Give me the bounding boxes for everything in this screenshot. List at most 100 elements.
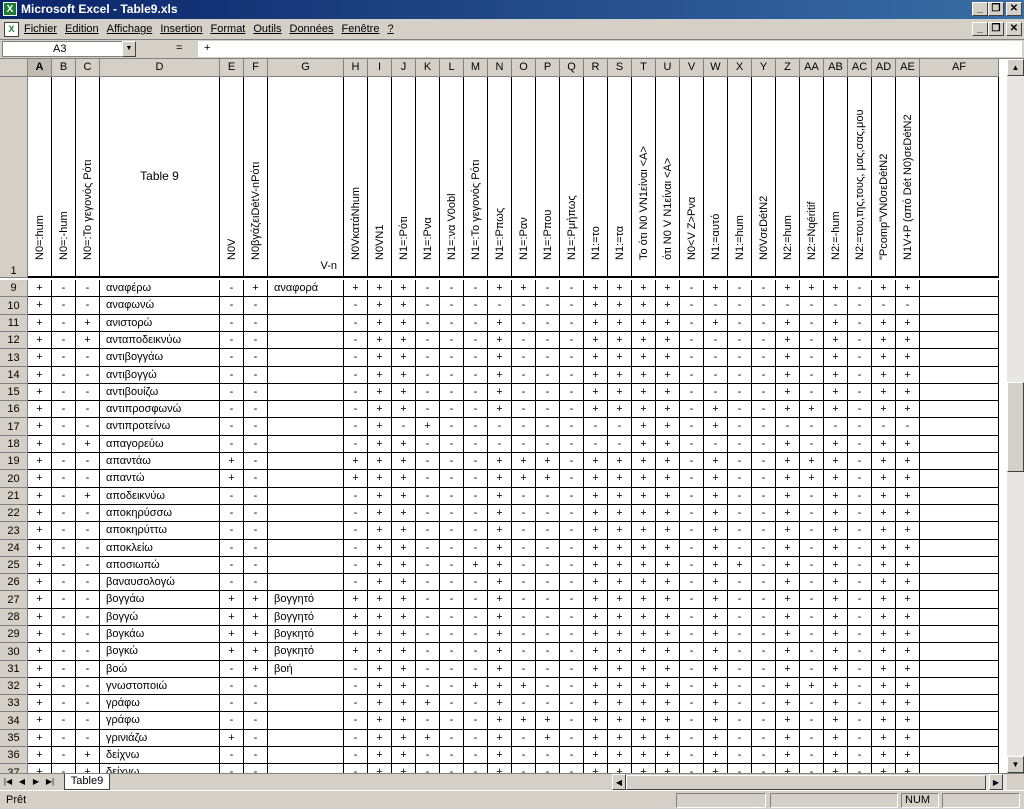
vn-cell[interactable] [268, 505, 344, 522]
table-cell[interactable]: - [800, 626, 824, 643]
table-cell[interactable]: + [872, 764, 896, 773]
table-cell[interactable]: + [584, 540, 608, 557]
table-cell[interactable]: - [440, 453, 464, 470]
table-cell[interactable]: - [704, 436, 728, 453]
table-cell[interactable]: + [392, 643, 416, 661]
table-cell[interactable]: + [824, 730, 848, 747]
row-header[interactable]: 20 [0, 470, 28, 488]
table-cell[interactable]: + [656, 367, 680, 384]
table-cell[interactable]: - [244, 488, 268, 505]
table-cell[interactable]: - [800, 764, 824, 773]
table-cell[interactable]: - [728, 401, 752, 418]
column-header[interactable]: H [344, 59, 368, 77]
table-cell[interactable]: - [512, 384, 536, 401]
table-cell[interactable]: - [244, 695, 268, 712]
table-cell[interactable]: + [76, 332, 100, 349]
table-cell[interactable]: - [752, 730, 776, 747]
verb-cell[interactable]: αποκλείω [100, 540, 220, 557]
column-header[interactable]: S [608, 59, 632, 77]
table-cell[interactable]: + [632, 470, 656, 488]
table-cell[interactable]: + [368, 574, 392, 591]
table-cell[interactable]: - [52, 384, 76, 401]
table-cell[interactable]: + [896, 349, 920, 367]
table-cell[interactable]: + [800, 280, 824, 297]
table-cell[interactable]: + [800, 401, 824, 418]
table-cell[interactable]: + [872, 522, 896, 540]
table-cell[interactable]: - [52, 712, 76, 730]
table-cell[interactable]: - [344, 349, 368, 367]
menu-item[interactable]: Outils [253, 23, 281, 35]
table-cell[interactable]: - [800, 384, 824, 401]
table-cell[interactable]: - [440, 643, 464, 661]
menu-item[interactable]: Fichier [24, 23, 57, 35]
table-cell[interactable]: - [680, 747, 704, 764]
table-cell[interactable]: - [848, 297, 872, 315]
table-cell[interactable]: + [776, 505, 800, 522]
vertical-scroll-track[interactable] [1007, 76, 1024, 756]
table-cell[interactable]: + [896, 557, 920, 574]
table-cell[interactable]: + [28, 384, 52, 401]
table-cell[interactable]: - [800, 418, 824, 436]
row-header[interactable]: 34 [0, 712, 28, 730]
row-header[interactable]: 13 [0, 349, 28, 367]
horizontal-scrollbar[interactable]: ◀ ▶ [612, 774, 1007, 790]
table-cell[interactable]: + [776, 730, 800, 747]
verb-cell[interactable]: απαντώ [100, 470, 220, 488]
column-header[interactable]: G [268, 59, 344, 77]
table-cell[interactable]: + [872, 557, 896, 574]
table-cell[interactable]: - [560, 470, 584, 488]
table-cell[interactable]: - [728, 730, 752, 747]
table-cell[interactable]: - [848, 418, 872, 436]
table-cell[interactable]: + [896, 488, 920, 505]
table-cell[interactable]: - [560, 626, 584, 643]
table-cell[interactable]: - [512, 540, 536, 557]
table-cell[interactable]: - [76, 626, 100, 643]
table-cell[interactable]: + [896, 643, 920, 661]
table-cell[interactable] [920, 505, 999, 522]
table-cell[interactable]: + [632, 695, 656, 712]
row-header[interactable]: 35 [0, 730, 28, 747]
table-cell[interactable]: - [536, 436, 560, 453]
table-cell[interactable]: + [584, 505, 608, 522]
table-cell[interactable]: - [464, 643, 488, 661]
table-cell[interactable]: + [824, 349, 848, 367]
table-cell[interactable]: + [488, 695, 512, 712]
row-header[interactable]: 22 [0, 505, 28, 522]
table-cell[interactable]: - [800, 661, 824, 678]
table-cell[interactable]: - [440, 315, 464, 332]
table-cell[interactable]: + [704, 522, 728, 540]
table-cell[interactable]: - [848, 332, 872, 349]
table-cell[interactable]: + [392, 349, 416, 367]
column-header[interactable]: F [244, 59, 268, 77]
vn-cell[interactable] [268, 574, 344, 591]
table-cell[interactable]: + [584, 349, 608, 367]
table-cell[interactable]: - [76, 349, 100, 367]
vn-cell[interactable] [268, 436, 344, 453]
table-cell[interactable]: - [848, 453, 872, 470]
row-header[interactable]: 16 [0, 401, 28, 418]
table-cell[interactable] [920, 522, 999, 540]
verb-cell[interactable]: γρινιάζω [100, 730, 220, 747]
table-cell[interactable]: + [220, 470, 244, 488]
table-cell[interactable]: - [752, 591, 776, 609]
vertical-scroll-thumb[interactable] [1007, 382, 1024, 472]
table-cell[interactable]: - [560, 764, 584, 773]
table-cell[interactable]: + [220, 730, 244, 747]
table-cell[interactable]: - [244, 315, 268, 332]
table-cell[interactable]: + [608, 712, 632, 730]
menu-item[interactable]: Affichage [107, 23, 153, 35]
table-cell[interactable]: - [76, 574, 100, 591]
table-cell[interactable]: - [680, 280, 704, 297]
table-cell[interactable]: - [560, 488, 584, 505]
table-cell[interactable]: + [824, 574, 848, 591]
verb-cell[interactable]: απαντάω [100, 453, 220, 470]
header-cell[interactable]: N2:=hum [776, 77, 800, 278]
table-cell[interactable]: - [464, 367, 488, 384]
table-cell[interactable]: + [824, 367, 848, 384]
table-cell[interactable]: + [632, 574, 656, 591]
table-cell[interactable]: + [896, 540, 920, 557]
table-cell[interactable]: + [244, 609, 268, 626]
header-cell[interactable]: N2:=Nqéritif [800, 77, 824, 278]
table-cell[interactable]: - [52, 401, 76, 418]
table-cell[interactable]: - [416, 332, 440, 349]
